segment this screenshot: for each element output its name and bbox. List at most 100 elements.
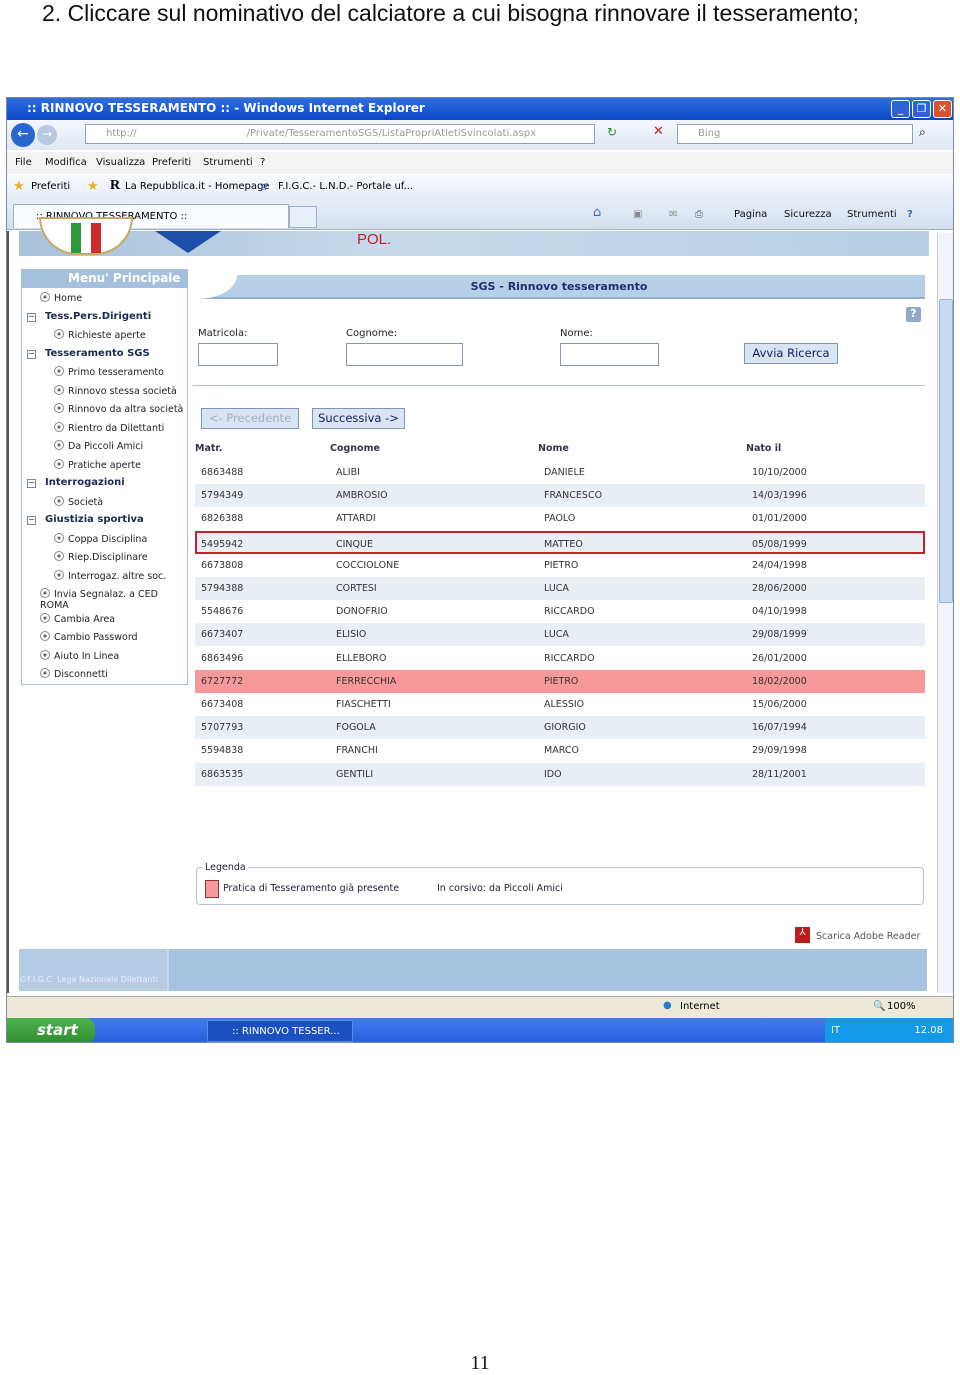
- table-row[interactable]: 5594838 FRANCHI MARCO 29/09/1998: [195, 739, 925, 762]
- menu-preferiti[interactable]: Preferiti: [152, 157, 191, 168]
- menu-pagina[interactable]: Pagina: [734, 209, 767, 220]
- menu-group[interactable]: − Giustizia sportiva: [27, 514, 144, 525]
- favorite-figc[interactable]: F.I.G.C.- L.N.D.- Portale uf...: [278, 181, 413, 192]
- maximize-button[interactable]: ❐: [912, 100, 931, 118]
- header-cognome[interactable]: Cognome: [330, 443, 380, 454]
- menu-item[interactable]: Rientro da Dilettanti: [54, 421, 165, 434]
- address-input[interactable]: http:// /Private/TesseramentoSGS/ListaPro…: [85, 124, 595, 144]
- refresh-icon[interactable]: ↻: [607, 125, 617, 139]
- table-cell: 14/03/1996: [752, 490, 807, 502]
- home-icon[interactable]: ⌂: [593, 205, 601, 220]
- menu-strumenti[interactable]: Strumenti: [203, 157, 253, 168]
- feeds-icon[interactable]: ▣: [633, 209, 642, 220]
- menu-sicurezza[interactable]: Sicurezza: [784, 209, 832, 220]
- forward-icon[interactable]: →: [37, 125, 57, 145]
- menu-item[interactable]: Da Piccoli Amici: [54, 440, 143, 452]
- legend-pink-label: Pratica di Tesseramento già presente: [223, 883, 400, 894]
- close-button[interactable]: ✕: [933, 100, 952, 118]
- adobe-reader-link[interactable]: Scarica Adobe Reader: [816, 931, 920, 942]
- successiva-button[interactable]: Successiva ->: [312, 408, 405, 429]
- menu-item[interactable]: Cambio Password: [40, 631, 138, 643]
- mail-icon[interactable]: ✉: [669, 209, 677, 220]
- zoom-level[interactable]: 100%: [887, 1001, 916, 1012]
- header-matr[interactable]: Matr.: [195, 443, 222, 454]
- menu-item[interactable]: Riep.Disciplinare: [54, 551, 148, 563]
- search-icon[interactable]: ⌕: [919, 125, 926, 140]
- menu-item[interactable]: Rinnovo stessa società: [54, 384, 177, 397]
- table-cell: 6863488: [201, 467, 244, 478]
- start-button[interactable]: start: [7, 1018, 95, 1042]
- favorite-repubblica[interactable]: La Repubblica.it - Homepage: [125, 181, 269, 192]
- add-favorite-icon[interactable]: ★: [87, 179, 99, 194]
- table-row[interactable]: 6727772 FERRECCHIA PIETRO 18/02/2000: [195, 669, 925, 693]
- menu-item-label: Rientro da Dilettanti: [68, 422, 165, 434]
- table-row[interactable]: 6863496 ELLEBORO RICCARDO 26/01/2000: [195, 647, 925, 670]
- menu-item[interactable]: Pratiche aperte: [54, 458, 141, 471]
- table-row[interactable]: 6673407 ELISIO LUCA 29/08/1999: [195, 623, 925, 647]
- cognome-input[interactable]: [346, 343, 463, 366]
- header-nato-il[interactable]: Nato il: [746, 443, 781, 454]
- table-cell: ALESSIO: [544, 699, 585, 710]
- menu-item[interactable]: Richieste aperte: [54, 329, 146, 341]
- help-icon[interactable]: ?: [907, 209, 913, 220]
- table-row-selected[interactable]: 5495942 CINQUE MATTEO 05/08/1999: [195, 530, 925, 554]
- table-cell: 05/08/1999: [752, 538, 807, 550]
- precedente-button[interactable]: <- Precedente: [201, 408, 299, 429]
- scrollbar-thumb[interactable]: [939, 299, 953, 603]
- menu-visualizza[interactable]: Visualizza: [96, 157, 145, 168]
- page-content: POL. Menu' Principale Home − Tess.Pers.Dir…: [7, 217, 937, 993]
- vertical-scrollbar[interactable]: [937, 233, 953, 993]
- matricola-input[interactable]: [198, 343, 278, 366]
- table-row[interactable]: 5794349 AMBROSIO FRANCESCO 14/03/1996: [195, 484, 925, 508]
- menu-help[interactable]: ?: [260, 157, 265, 168]
- menu-item[interactable]: Rinnovo da altra società: [54, 403, 183, 415]
- menu-item[interactable]: Interrogaz. altre soc.: [54, 569, 166, 582]
- menu-item[interactable]: Invia Segnalaz. a CED ROMA: [40, 588, 170, 611]
- star-icon: ★: [13, 179, 25, 194]
- table-row[interactable]: 5548676 DONOFRIO RICCARDO 04/10/1998: [195, 600, 925, 623]
- table-cell: ELLEBORO: [336, 652, 387, 664]
- table-row[interactable]: 6673808 COCCIOLONE PIETRO 24/04/1998: [195, 554, 925, 577]
- adobe-icon[interactable]: ⅄: [795, 927, 810, 943]
- menu-group[interactable]: − Interrogazioni: [27, 477, 125, 488]
- table-row[interactable]: 5794388 CORTESI LUCA 28/06/2000: [195, 577, 925, 600]
- favorites-button[interactable]: Preferiti: [31, 181, 70, 192]
- menu-item[interactable]: Aiuto In Linea: [40, 649, 119, 662]
- print-icon[interactable]: ⎙: [695, 209, 703, 220]
- help-icon[interactable]: ?: [906, 307, 921, 322]
- table-row[interactable]: 6863488 ALIBI DANIELE 10/10/2000: [195, 461, 925, 484]
- pink-swatch: [205, 880, 219, 898]
- avvia-ricerca-button[interactable]: Avvia Ricerca: [744, 343, 838, 364]
- window-title-bar: :: RINNOVO TESSERAMENTO :: - Windows Int…: [7, 98, 953, 120]
- minimize-button[interactable]: _: [891, 100, 910, 118]
- table-cell: ALIBI: [336, 467, 360, 478]
- menu-item[interactable]: Cambia Area: [40, 612, 116, 625]
- menu-item[interactable]: Primo tesseramento: [54, 366, 164, 378]
- menu-group[interactable]: − Tess.Pers.Dirigenti: [27, 311, 151, 322]
- menu-file[interactable]: File: [15, 157, 32, 168]
- table-cell: 5794349: [201, 490, 244, 502]
- system-tray: IT 12.08: [825, 1018, 953, 1042]
- menu-item[interactable]: Home: [40, 292, 82, 304]
- back-icon[interactable]: ←: [11, 123, 35, 147]
- collapse-icon: −: [27, 348, 36, 359]
- table-row[interactable]: 6863535 GENTILI IDO 28/11/2001: [195, 762, 925, 786]
- menu-group[interactable]: − Tesseramento SGS: [27, 348, 150, 359]
- search-input[interactable]: Bing: [677, 124, 913, 144]
- ball-icon: [40, 649, 50, 660]
- table-row[interactable]: 5707793 FOGOLA GIORGIO 16/07/1994: [195, 716, 925, 740]
- table-row[interactable]: 6826388 ATTARDI PAOLO 01/01/2000: [195, 507, 925, 530]
- menu-modifica[interactable]: Modifica: [45, 157, 87, 168]
- menu-strumenti-cmd[interactable]: Strumenti: [847, 209, 897, 220]
- stop-icon[interactable]: ✕: [653, 124, 664, 139]
- menu-item-label: Cambia Area: [54, 613, 116, 625]
- menu-item[interactable]: Società: [54, 495, 103, 508]
- nome-input[interactable]: [560, 343, 659, 366]
- header-nome[interactable]: Nome: [538, 443, 569, 454]
- new-tab-button[interactable]: [289, 206, 317, 228]
- menu-item[interactable]: Disconnetti: [40, 668, 108, 680]
- menu-item[interactable]: Coppa Disciplina: [54, 532, 147, 545]
- language-indicator[interactable]: IT: [831, 1025, 840, 1036]
- table-row[interactable]: 6673408 FIASCHETTI ALESSIO 15/06/2000: [195, 693, 925, 716]
- taskbar-item-ie[interactable]: :: RINNOVO TESSER...: [207, 1020, 353, 1042]
